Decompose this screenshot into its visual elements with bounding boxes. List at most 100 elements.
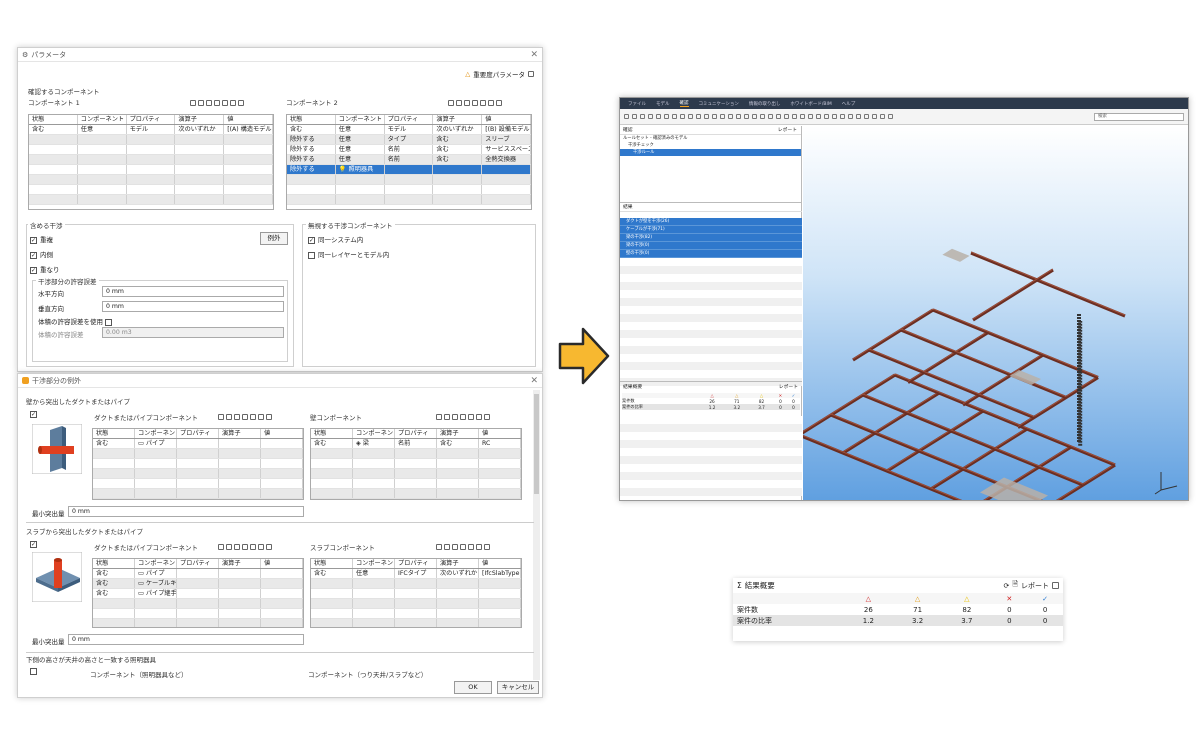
column-header[interactable]: 状態	[287, 115, 336, 124]
column-header[interactable]: 状態	[311, 429, 353, 438]
table-row[interactable]	[311, 599, 521, 609]
column-header[interactable]: 演算子	[219, 559, 261, 568]
table-row[interactable]	[93, 449, 303, 459]
column-header[interactable]: プロパティ	[395, 429, 437, 438]
paste-icon[interactable]	[476, 544, 482, 550]
table-row[interactable]	[287, 175, 531, 185]
toolbar-tool-icon[interactable]	[880, 114, 885, 119]
check-same-system[interactable]: ✓ 同一システム内	[308, 234, 363, 244]
component1-table[interactable]: 状態 コンポーネント プロパティ 演算子値含む 任意 モデル 次のいずれか [(A) 構造モデ…	[28, 114, 274, 210]
table-row[interactable]	[93, 609, 303, 619]
delete-icon[interactable]	[266, 544, 272, 550]
table-row[interactable]	[311, 449, 521, 459]
table-row[interactable]	[29, 165, 273, 175]
column-header[interactable]: 値	[261, 429, 303, 438]
remove-row-icon[interactable]	[444, 544, 450, 550]
toolbar-tool-icon[interactable]	[760, 114, 765, 119]
min-protrusion-input-2[interactable]: 0 mm	[68, 634, 304, 645]
folder-icon[interactable]	[464, 100, 470, 106]
table-row[interactable]: 含む 任意 モデル 次のいずれか [(B) 設備モデル]	[287, 125, 531, 135]
remove-row-icon[interactable]	[444, 414, 450, 420]
horizontal-input[interactable]: 0 mm	[102, 286, 284, 297]
toolbar-tool-icon[interactable]	[728, 114, 733, 119]
toolbar-tool-icon[interactable]	[624, 114, 629, 119]
wall-table[interactable]: 状態 コンポーネント プロパティ 演算子値含む ◈ 梁名前 含む RC	[310, 428, 522, 500]
slab-table[interactable]: 状態 コンポーネント プロパティ 演算子値含む 任意 IFCタイプ 次のいずれか [IfcSl…	[310, 558, 522, 628]
column-header[interactable]: コンポーネント	[336, 115, 385, 124]
toolbar-tool-icon[interactable]	[768, 114, 773, 119]
paste-icon[interactable]	[230, 100, 236, 106]
toolbar-tool-icon[interactable]	[848, 114, 853, 119]
menu-item[interactable]: ヘルプ	[842, 101, 856, 107]
add-row-icon[interactable]	[218, 414, 224, 420]
add-row-icon[interactable]	[436, 414, 442, 420]
toolbar-tool-icon[interactable]	[704, 114, 709, 119]
download-icon[interactable]	[472, 100, 478, 106]
copy-icon[interactable]	[250, 414, 256, 420]
folder-icon[interactable]	[452, 544, 458, 550]
table-row[interactable]: 除外する 任意 名前 含む 全熱交換器	[287, 155, 531, 165]
min-protrusion-input[interactable]: 0 mm	[68, 506, 304, 517]
delete-icon[interactable]	[484, 414, 490, 420]
table-row[interactable]: 含む ▭ パイプ	[93, 569, 303, 579]
menu-item[interactable]: ホワイトボード/BIM	[790, 101, 831, 107]
table-row[interactable]	[311, 489, 521, 499]
table-row[interactable]	[311, 579, 521, 589]
toolbar-tool-icon[interactable]	[640, 114, 645, 119]
paste-icon[interactable]	[488, 100, 494, 106]
result-item[interactable]: ダクトが壁を干渉(26)	[620, 218, 802, 226]
toolbar-tool-icon[interactable]	[840, 114, 845, 119]
scrollbar-thumb[interactable]	[534, 394, 539, 494]
check-panel-report[interactable]: レポート	[778, 126, 797, 134]
table-row[interactable]	[29, 195, 273, 205]
column-header[interactable]: 値	[261, 559, 303, 568]
paste-icon[interactable]	[258, 414, 264, 420]
table-row[interactable]: 含む 任意 IFCタイプ 次のいずれか [IfcSlabType]	[311, 569, 521, 579]
table-row[interactable]	[29, 155, 273, 165]
column-header[interactable]: 演算子	[433, 115, 483, 124]
toolbar-tool-icon[interactable]	[888, 114, 893, 119]
cancel-button[interactable]: キャンセル	[497, 681, 539, 694]
column-header[interactable]: 演算子	[437, 559, 479, 568]
copy-icon[interactable]	[468, 414, 474, 420]
toolbar-tool-icon[interactable]	[648, 114, 653, 119]
report-link[interactable]: レポート	[1021, 581, 1049, 591]
toolbar-tool-icon[interactable]	[688, 114, 693, 119]
tree-item[interactable]: ルールセット - 確認済みのモデル	[620, 135, 801, 142]
column-header[interactable]: プロパティ	[127, 115, 176, 124]
table-row[interactable]	[311, 589, 521, 599]
toolbar-tool-icon[interactable]	[792, 114, 797, 119]
paste-icon[interactable]	[258, 544, 264, 550]
remove-row-icon[interactable]	[456, 100, 462, 106]
download-icon[interactable]	[460, 544, 466, 550]
table-row[interactable]	[311, 619, 521, 627]
column-header[interactable]: コンポーネント	[353, 559, 395, 568]
table-row[interactable]	[93, 489, 303, 499]
table-row[interactable]	[93, 479, 303, 489]
remove-row-icon[interactable]	[226, 414, 232, 420]
result-item[interactable]: 壁の干渉(0)	[620, 250, 802, 258]
table-row[interactable]: 除外する 任意 タイプ 含む スリーブ	[287, 135, 531, 145]
folder-icon[interactable]	[452, 414, 458, 420]
column-header[interactable]: 演算子	[219, 429, 261, 438]
column-header[interactable]: コンポーネント	[78, 115, 127, 124]
column-header[interactable]: 状態	[311, 559, 353, 568]
toolbar-tool-icon[interactable]	[744, 114, 749, 119]
search-input[interactable]: 検索	[1094, 112, 1184, 121]
toolbar-tool-icon[interactable]	[808, 114, 813, 119]
column-header[interactable]: コンポーネント	[135, 559, 177, 568]
result-item[interactable]: 梁の干渉(82)	[620, 234, 802, 242]
check-overlapping[interactable]: ✓ 重なり	[30, 264, 60, 274]
toolbar-tool-icon[interactable]	[632, 114, 637, 119]
copy-icon[interactable]	[468, 544, 474, 550]
table-row[interactable]	[287, 195, 531, 205]
summary-panel-report[interactable]: レポート	[779, 383, 798, 392]
volume-input[interactable]: 0.00 m3	[102, 327, 284, 338]
table-row[interactable]	[311, 479, 521, 489]
column-header[interactable]: プロパティ	[385, 115, 434, 124]
priority-parameter-link[interactable]: △ 重要度パラメータ	[465, 69, 534, 79]
table-row[interactable]	[93, 459, 303, 469]
download-icon[interactable]	[214, 100, 220, 106]
close-icon[interactable]: ✕	[530, 50, 538, 60]
add-row-icon[interactable]	[436, 544, 442, 550]
